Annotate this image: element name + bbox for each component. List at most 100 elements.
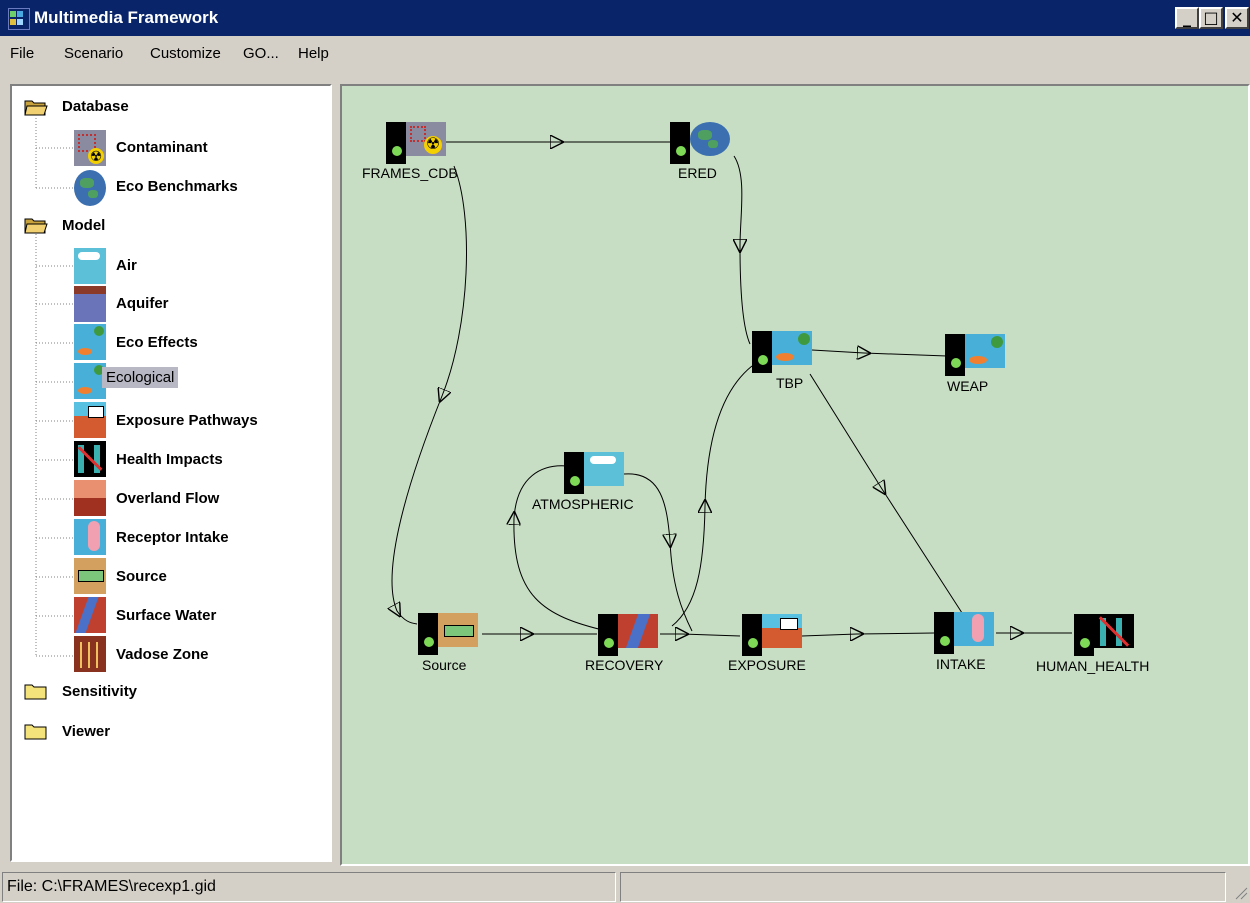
status-led — [604, 638, 614, 648]
node-exposure[interactable] — [742, 614, 804, 656]
tree-item-receptor-intake[interactable]: Receptor Intake — [116, 529, 229, 546]
tree-item-aquifer[interactable]: Aquifer — [116, 295, 169, 312]
tree-item-database[interactable]: Database — [62, 98, 129, 115]
connector-plug — [670, 122, 690, 164]
source-icon — [74, 558, 106, 594]
connector-plug — [598, 614, 618, 656]
connector-plug — [1074, 614, 1094, 656]
maximize-icon: □ — [1203, 8, 1219, 27]
tree-item-surface-water[interactable]: Surface Water — [116, 607, 216, 624]
menu-file[interactable]: File — [10, 45, 34, 62]
minimize-button[interactable]: _ — [1175, 7, 1199, 29]
resize-grip-icon[interactable] — [1232, 884, 1248, 900]
node-label: RECOVERY — [585, 657, 664, 673]
folder-closed-icon[interactable] — [24, 682, 48, 700]
node-label: HUMAN_HEALTH — [1036, 658, 1150, 674]
status-led — [758, 355, 768, 365]
tree-item-health-impacts[interactable]: Health Impacts — [116, 451, 223, 468]
health-impacts-icon — [1094, 614, 1134, 648]
node-human-health[interactable] — [1074, 614, 1136, 656]
air-icon — [584, 452, 624, 486]
node-tbp[interactable] — [752, 331, 814, 373]
globe-icon — [74, 170, 106, 206]
node-label: Source — [422, 657, 467, 673]
contaminant-icon: ☢ — [406, 122, 446, 156]
source-icon — [438, 613, 478, 647]
module-tree[interactable]: Database ☢ Contaminant Eco Benchmarks Mo… — [10, 84, 332, 862]
node-frames-cdb[interactable]: ☢ — [386, 122, 448, 164]
contaminant-icon: ☢ — [74, 130, 106, 166]
connector-plug — [742, 614, 762, 656]
tree-item-ecological[interactable]: Ecological — [102, 367, 179, 388]
scenario-canvas[interactable]: ☢ FRAMES_CDB ERED TBP WEAP ATMOSPHERIC S… — [340, 84, 1250, 866]
aquifer-icon — [74, 286, 106, 322]
maximize-button[interactable]: □ — [1199, 7, 1223, 29]
tree-item-exposure-pathways[interactable]: Exposure Pathways — [116, 412, 258, 429]
node-ered[interactable] — [670, 122, 732, 164]
node-label: TBP — [776, 375, 804, 391]
folder-open-icon[interactable] — [24, 216, 48, 234]
exposure-pathways-icon — [74, 402, 106, 438]
node-weap[interactable] — [945, 334, 1007, 376]
node-label: WEAP — [947, 378, 989, 394]
close-icon: ✕ — [1230, 8, 1244, 27]
close-button[interactable]: ✕ — [1225, 7, 1249, 29]
status-led — [940, 636, 950, 646]
status-led — [570, 476, 580, 486]
node-label: INTAKE — [936, 656, 986, 672]
ecological-icon — [965, 334, 1005, 368]
connector-plug — [945, 334, 965, 376]
folder-closed-icon[interactable] — [24, 722, 48, 740]
node-intake[interactable] — [934, 612, 996, 654]
receptor-intake-icon — [74, 519, 106, 555]
title-bar: Multimedia Framework _ □ ✕ — [0, 0, 1250, 36]
tree-item-viewer[interactable]: Viewer — [62, 723, 110, 740]
connection-lines — [342, 86, 1072, 864]
connector-plug — [418, 613, 438, 655]
exposure-pathways-icon — [762, 614, 802, 648]
tree-item-sensitivity[interactable]: Sensitivity — [62, 683, 137, 700]
surface-water-icon — [74, 597, 106, 633]
tree-item-model[interactable]: Model — [62, 217, 105, 234]
status-led — [1080, 638, 1090, 648]
node-atmospheric[interactable] — [564, 452, 626, 494]
status-pane-right — [620, 872, 1226, 902]
minimize-icon: _ — [1183, 8, 1191, 27]
tree-item-source[interactable]: Source — [116, 568, 167, 585]
status-bar: File: C:\FRAMES\recexp1.gid — [0, 870, 1250, 903]
connector-plug — [386, 122, 406, 164]
tree-item-overland-flow[interactable]: Overland Flow — [116, 490, 219, 507]
tree-item-air[interactable]: Air — [116, 257, 137, 274]
tree-item-contaminant[interactable]: Contaminant — [116, 139, 208, 156]
node-label: EXPOSURE — [728, 657, 806, 673]
eco-effects-icon — [74, 324, 106, 360]
health-impacts-icon — [74, 441, 106, 477]
air-icon — [74, 248, 106, 284]
status-led — [676, 146, 686, 156]
menu-scenario[interactable]: Scenario — [64, 45, 123, 62]
globe-icon — [690, 122, 730, 156]
status-led — [951, 358, 961, 368]
node-label: FRAMES_CDB — [362, 165, 458, 181]
menu-customize[interactable]: Customize — [150, 45, 221, 62]
overland-flow-icon — [74, 480, 106, 516]
tree-item-eco-benchmarks[interactable]: Eco Benchmarks — [116, 178, 238, 195]
connector-plug — [564, 452, 584, 494]
surface-water-icon — [618, 614, 658, 648]
tree-item-eco-effects[interactable]: Eco Effects — [116, 334, 198, 351]
app-icon[interactable] — [8, 8, 30, 30]
node-recovery[interactable] — [598, 614, 660, 656]
receptor-intake-icon — [954, 612, 994, 646]
status-file-path: File: C:\FRAMES\recexp1.gid — [2, 872, 616, 902]
status-led — [748, 638, 758, 648]
status-led — [424, 637, 434, 647]
tree-item-vadose-zone[interactable]: Vadose Zone — [116, 646, 209, 663]
menu-go[interactable]: GO... — [243, 45, 279, 62]
node-source[interactable] — [418, 613, 480, 655]
status-led — [392, 146, 402, 156]
connector-plug — [934, 612, 954, 654]
folder-open-icon[interactable] — [24, 98, 48, 116]
connector-plug — [752, 331, 772, 373]
vadose-zone-icon — [74, 636, 106, 672]
menu-help[interactable]: Help — [298, 45, 329, 62]
